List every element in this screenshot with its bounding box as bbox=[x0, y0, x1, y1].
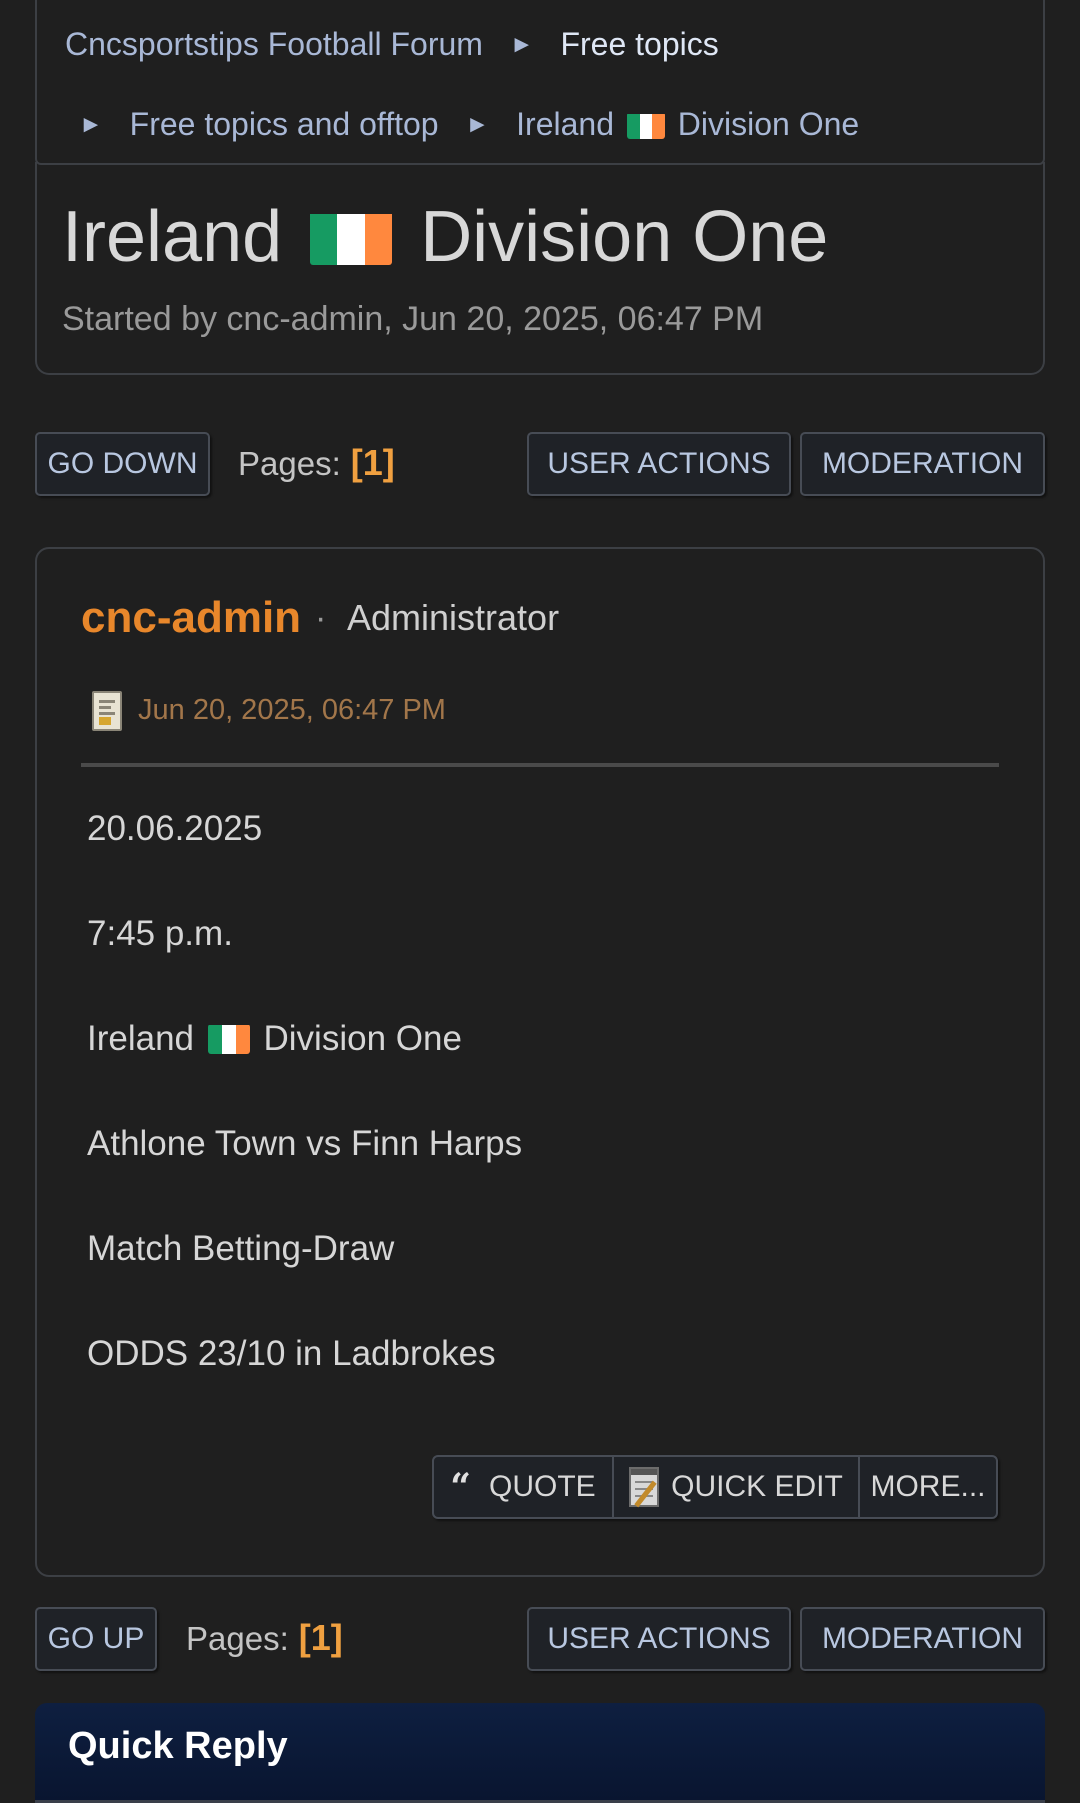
breadcrumb-separator: ► bbox=[509, 31, 534, 58]
quote-button[interactable]: “ QUOTE bbox=[434, 1457, 614, 1517]
current-page[interactable]: [1] bbox=[299, 1617, 343, 1658]
breadcrumb-row: Cncsportstips Football Forum ► Free topi… bbox=[65, 26, 719, 63]
topic-header: Ireland Division One Started by cnc-admi… bbox=[35, 162, 1045, 375]
breadcrumb-forum-link[interactable]: Cncsportstips Football Forum bbox=[65, 26, 483, 62]
more-button[interactable]: MORE... bbox=[860, 1457, 996, 1517]
breadcrumb-topic-suffix: Division One bbox=[677, 106, 860, 142]
title-suffix: Division One bbox=[420, 197, 829, 277]
page-title: Ireland Division One bbox=[62, 196, 828, 278]
post: cnc-admin · Administrator Jun 20, 2025, … bbox=[35, 547, 1045, 1577]
author-role: Administrator bbox=[347, 597, 560, 638]
quick-edit-button[interactable]: QUICK EDIT bbox=[614, 1457, 860, 1517]
breadcrumb: Cncsportstips Football Forum ► Free topi… bbox=[35, 0, 1045, 165]
post-actions: “ QUOTE QUICK EDIT MORE... bbox=[432, 1455, 998, 1519]
breadcrumb-row: ► Free topics and offtop ► Ireland Divis… bbox=[79, 106, 859, 143]
pagination: Pages: [1] bbox=[186, 1617, 343, 1659]
breadcrumb-offtop-link[interactable]: Free topics and offtop bbox=[130, 106, 439, 142]
notepad-icon bbox=[629, 1467, 660, 1508]
breadcrumb-separator: ► bbox=[79, 111, 103, 138]
ireland-flag-icon bbox=[310, 207, 393, 265]
pages-label: Pages: bbox=[238, 445, 341, 482]
moderation-button[interactable]: MODERATION bbox=[800, 432, 1045, 496]
quick-reply-title: Quick Reply bbox=[68, 1725, 288, 1767]
post-line-league: Ireland Division One bbox=[87, 1019, 462, 1059]
pagination: Pages: [1] bbox=[238, 442, 395, 484]
pages-label: Pages: bbox=[186, 1620, 289, 1657]
post-line-odds: ODDS 23/10 in Ladbrokes bbox=[87, 1334, 496, 1373]
post-line-time: 7:45 p.m. bbox=[87, 914, 233, 953]
breadcrumb-topic-link[interactable]: Ireland Division One bbox=[516, 106, 859, 142]
go-up-button[interactable]: GO UP bbox=[35, 1607, 157, 1671]
breadcrumb-topic-prefix: Ireland bbox=[516, 106, 614, 142]
quick-edit-label: QUICK EDIT bbox=[671, 1470, 843, 1503]
moderation-button[interactable]: MODERATION bbox=[800, 1607, 1045, 1671]
post-divider bbox=[81, 763, 999, 767]
document-icon bbox=[92, 691, 122, 731]
quick-reply-header[interactable]: Quick Reply bbox=[35, 1703, 1045, 1803]
post-author[interactable]: cnc-admin bbox=[81, 593, 301, 643]
league-suffix: Division One bbox=[263, 1019, 462, 1058]
breadcrumb-separator: ► bbox=[465, 111, 490, 138]
breadcrumb-free-topics-link[interactable]: Free topics bbox=[560, 26, 718, 62]
author-separator: · bbox=[315, 599, 327, 637]
post-line-date: 20.06.2025 bbox=[87, 809, 263, 848]
user-actions-button[interactable]: USER ACTIONS bbox=[527, 1607, 791, 1671]
post-line-match: Athlone Town vs Finn Harps bbox=[87, 1124, 523, 1163]
post-date[interactable]: Jun 20, 2025, 06:47 PM bbox=[138, 694, 446, 727]
title-prefix: Ireland bbox=[62, 197, 283, 277]
go-down-button[interactable]: GO DOWN bbox=[35, 432, 210, 496]
current-page[interactable]: [1] bbox=[351, 442, 395, 483]
ireland-flag-icon bbox=[207, 1024, 250, 1054]
quote-label: QUOTE bbox=[489, 1470, 596, 1503]
user-actions-button[interactable]: USER ACTIONS bbox=[527, 432, 791, 496]
post-line-market: Match Betting-Draw bbox=[87, 1229, 395, 1268]
league-prefix: Ireland bbox=[87, 1019, 195, 1058]
ireland-flag-icon bbox=[626, 112, 665, 139]
quote-icon: “ bbox=[450, 1466, 472, 1508]
topic-started-by: Started by cnc-admin, Jun 20, 2025, 06:4… bbox=[62, 300, 764, 338]
